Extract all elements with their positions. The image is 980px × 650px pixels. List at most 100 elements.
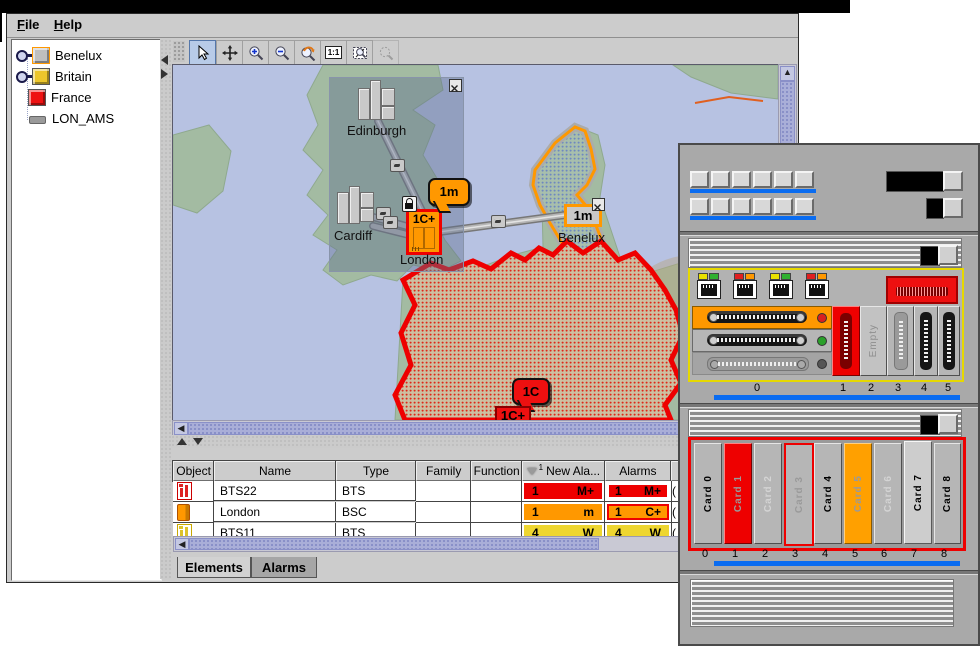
node-london[interactable]: 1C+: [406, 209, 442, 255]
pan-tool-button[interactable]: [216, 40, 243, 65]
tree-item-benelux[interactable]: Benelux: [12, 46, 161, 64]
tree-item-lon-ams[interactable]: LON_AMS: [12, 109, 161, 127]
slot-number: 0: [702, 548, 708, 560]
zoom-area-button[interactable]: [372, 40, 399, 65]
panel-key[interactable]: [732, 198, 751, 215]
london-label: London: [400, 252, 443, 267]
panel-key[interactable]: [690, 198, 709, 215]
france-alarm-badge[interactable]: 1C+: [495, 406, 531, 421]
splitter-collapse-left-icon[interactable]: [161, 55, 168, 65]
section-separator: [680, 570, 978, 575]
card-1[interactable]: Card 1: [724, 443, 752, 544]
card-slot2-empty[interactable]: Empty: [860, 306, 887, 376]
col-type[interactable]: Type: [336, 461, 416, 481]
node-edinburgh[interactable]: [358, 80, 394, 122]
vertical-splitter[interactable]: [160, 39, 171, 579]
rj45-port[interactable]: [733, 280, 757, 299]
tree-expand-handle-icon[interactable]: [16, 71, 32, 81]
scroll-left-icon[interactable]: ◀: [174, 422, 188, 435]
col-object[interactable]: Object: [173, 461, 214, 481]
tree-item-britain[interactable]: Britain: [12, 67, 161, 85]
select-tool-button[interactable]: [189, 40, 216, 65]
card-slot0-b[interactable]: [692, 329, 832, 352]
toggle-button[interactable]: [943, 198, 963, 218]
fit-to-contents-button[interactable]: [346, 40, 373, 65]
toggle-button[interactable]: [943, 171, 963, 191]
card-0[interactable]: Card 0: [694, 443, 722, 544]
card-slot5[interactable]: [938, 306, 960, 376]
card-slot1[interactable]: [832, 306, 860, 376]
panel-key[interactable]: [795, 198, 814, 215]
london-new-alarm-balloon[interactable]: 1m: [428, 178, 470, 206]
rj45-port[interactable]: [697, 280, 721, 299]
zoom-out-button[interactable]: [268, 40, 295, 65]
link-icon[interactable]: [390, 159, 405, 172]
link-icon[interactable]: [383, 216, 398, 229]
benelux-expand-icon[interactable]: [592, 198, 605, 211]
table-row-bts22[interactable]: BTS22 BTS 1M+ 1M+ (: [173, 481, 685, 502]
toggle-button[interactable]: [938, 414, 958, 434]
zoom-reset-button[interactable]: [294, 40, 321, 65]
menu-file[interactable]: File: [17, 17, 39, 32]
cell-name: London: [220, 505, 260, 519]
col-name[interactable]: Name: [214, 461, 336, 481]
panel-key[interactable]: [690, 171, 709, 188]
screen-top-strip: [0, 0, 850, 13]
alarmed-connector[interactable]: [886, 276, 958, 304]
panel-key[interactable]: [711, 171, 730, 188]
scroll-up-icon[interactable]: ▲: [780, 66, 795, 81]
card-5[interactable]: Card 5: [844, 443, 872, 544]
scroll-left-icon[interactable]: ◀: [175, 538, 189, 550]
card-4[interactable]: Card 4: [814, 443, 842, 544]
splitter-collapse-right-icon[interactable]: [161, 69, 168, 79]
britain-collapse-icon[interactable]: [449, 79, 462, 92]
col-new-alarms[interactable]: 1 New Ala...: [522, 461, 604, 481]
node-cardiff[interactable]: [337, 186, 373, 226]
display-slot: [926, 198, 944, 219]
scrollbar-thumb[interactable]: [189, 538, 599, 550]
slot-number: 7: [911, 548, 917, 560]
tab-elements[interactable]: Elements: [177, 557, 251, 578]
splitter-collapse-down-icon[interactable]: [193, 438, 203, 445]
card-2[interactable]: Card 2: [754, 443, 782, 544]
rj45-port[interactable]: [805, 280, 829, 299]
panel-key[interactable]: [774, 198, 793, 215]
card-8[interactable]: Card 8: [934, 443, 961, 544]
table-horizontal-scrollbar[interactable]: ◀: [173, 536, 687, 552]
card-slot0-c[interactable]: [692, 352, 832, 375]
card-slot0-a[interactable]: [692, 306, 832, 329]
zoom-one-to-one-button[interactable]: 1:1: [320, 40, 347, 65]
tab-alarms[interactable]: Alarms: [251, 557, 317, 578]
link-icon[interactable]: [491, 215, 506, 228]
col-family[interactable]: Family: [416, 461, 471, 481]
card-slot4[interactable]: [914, 306, 938, 376]
menu-help[interactable]: Help: [54, 17, 82, 32]
elements-table: Object Name Type Family Function 1 New A…: [173, 461, 685, 544]
card-6[interactable]: Card 6: [874, 443, 902, 544]
alarms-badge: 1M+: [607, 483, 669, 499]
panel-key[interactable]: [795, 171, 814, 188]
rj45-port[interactable]: [769, 280, 793, 299]
led-green: [817, 336, 827, 346]
col-function[interactable]: Function: [471, 461, 522, 481]
france-new-alarm-balloon[interactable]: 1C: [512, 378, 550, 405]
table-row-london[interactable]: London BSC 1m 1C+ (: [173, 502, 685, 523]
col-alarms[interactable]: Alarms: [605, 461, 672, 481]
panel-key[interactable]: [753, 171, 772, 188]
panel-key[interactable]: [753, 198, 772, 215]
panel-key[interactable]: [732, 171, 751, 188]
panel-key[interactable]: [774, 171, 793, 188]
tree-item-france[interactable]: France: [12, 88, 161, 106]
splitter-collapse-up-icon[interactable]: [177, 438, 187, 445]
card-7[interactable]: Card 7: [904, 441, 932, 544]
led-red: [806, 273, 816, 280]
toolbar-drag-handle[interactable]: [173, 41, 185, 62]
sort-descending-icon[interactable]: [527, 468, 537, 475]
zoom-in-button[interactable]: [242, 40, 269, 65]
london-alarm-badge: 1C+: [409, 212, 439, 226]
card-3[interactable]: Card 3: [784, 443, 814, 546]
card-slot3[interactable]: [887, 306, 914, 376]
panel-key[interactable]: [711, 198, 730, 215]
tree-expand-handle-icon[interactable]: [16, 50, 32, 60]
toggle-button[interactable]: [938, 245, 958, 265]
